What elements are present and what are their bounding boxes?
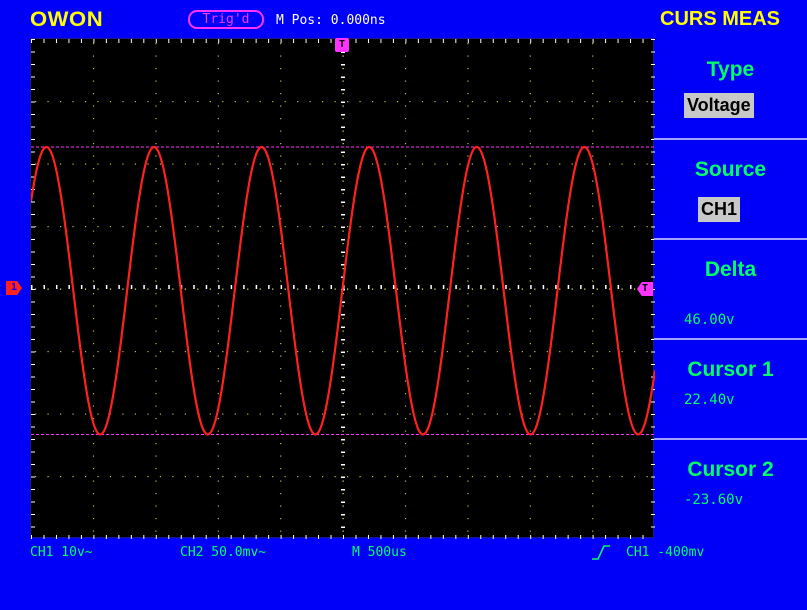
source-label: Source (694, 158, 767, 181)
trigger-status-badge: Trig'd (188, 10, 264, 29)
type-label: Type (706, 58, 755, 81)
menu-type-button[interactable]: Type Voltage (654, 38, 807, 138)
top-bar: OWON Trig'd M Pos: 0.000ns CURS MEAS (0, 0, 807, 34)
type-value: Voltage (684, 93, 754, 118)
menu-cursor1-button[interactable]: Cursor 1 22.40v (654, 338, 807, 438)
waveform-svg (31, 39, 655, 539)
menu-delta-button[interactable]: Delta 46.00v (654, 238, 807, 338)
menu-sidebar: Type Voltage Source CH1 Delta 46.00v Cur… (654, 38, 807, 538)
ch2-scale: CH2 50.0mv~ (180, 545, 267, 560)
ch1-scale: CH1 10v~ (30, 545, 93, 560)
menu-cursor2-button[interactable]: Cursor 2 -23.60v (654, 438, 807, 538)
rising-edge-icon (592, 545, 610, 560)
trigger-info: CH1 -400mv (626, 545, 705, 560)
waveform-display (30, 38, 655, 539)
menu-title: CURS MEAS (660, 8, 781, 30)
brand-logo: OWON (30, 8, 104, 31)
m-pos-readout: M Pos: 0.000ns (276, 13, 386, 28)
cursor2-value: -23.60v (684, 492, 744, 508)
cursor1-value: 22.40v (684, 392, 735, 408)
cursor2-label: Cursor 2 (687, 458, 774, 481)
trigger-position-marker[interactable]: T (335, 38, 349, 52)
delta-label: Delta (704, 258, 757, 281)
ch1-ground-marker[interactable]: 1 (6, 281, 22, 295)
cursor1-label: Cursor 1 (687, 358, 774, 381)
timebase: M 500us (352, 545, 407, 560)
delta-value: 46.00v (684, 312, 735, 328)
menu-source-button[interactable]: Source CH1 (654, 138, 807, 238)
source-value: CH1 (698, 197, 741, 222)
